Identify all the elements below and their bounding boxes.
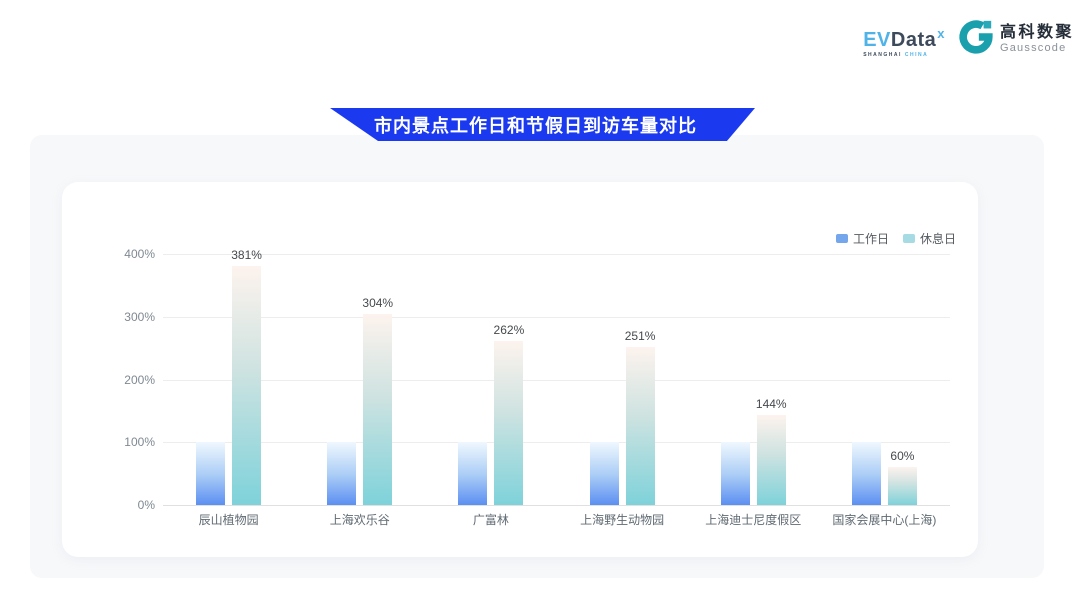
bar-workday xyxy=(721,442,750,505)
bar-value-label: 144% xyxy=(739,397,803,411)
gridline xyxy=(163,505,950,506)
gridline xyxy=(163,442,950,443)
y-axis-tick: 400% xyxy=(103,247,155,261)
gridline xyxy=(163,317,950,318)
page-title: 市内景点工作日和节假日到访车量对比 xyxy=(374,112,697,138)
evdata-data-text: Data xyxy=(891,29,936,51)
bar-value-label: 60% xyxy=(870,449,934,463)
bar-restday xyxy=(757,415,786,505)
chart-legend: 工作日 休息日 xyxy=(836,230,956,247)
category-label: 上海野生动物园 xyxy=(557,513,688,527)
bar-workday xyxy=(196,442,225,505)
bar-restday xyxy=(494,341,523,505)
category-label: 广富林 xyxy=(425,513,556,527)
gausscode-logo: 高科数聚 Gausscode xyxy=(957,18,1074,61)
gridline xyxy=(163,254,950,255)
evdata-wordmark: EVDatax xyxy=(863,24,945,50)
gausscode-g-icon xyxy=(957,18,995,61)
y-axis-tick: 0% xyxy=(103,498,155,512)
bar-workday xyxy=(458,442,487,505)
legend-item[interactable]: 休息日 xyxy=(903,230,956,247)
evdata-x-icon: x xyxy=(937,26,945,41)
gausscode-cn-name: 高科数聚 xyxy=(1000,24,1074,42)
category-label: 上海迪士尼度假区 xyxy=(688,513,819,527)
y-axis-tick: 300% xyxy=(103,310,155,324)
bar-value-label: 304% xyxy=(346,296,410,310)
category-label: 国家会展中心(上海) xyxy=(819,513,950,527)
gausscode-text: 高科数聚 Gausscode xyxy=(1000,24,1074,55)
bar-value-label: 251% xyxy=(608,329,672,343)
legend-swatch-icon xyxy=(836,234,848,243)
title-banner: 市内景点工作日和节假日到访车量对比 xyxy=(330,108,755,141)
bar-value-label: 262% xyxy=(477,323,541,337)
bar-restday xyxy=(626,347,655,505)
bar-restday xyxy=(363,314,392,505)
y-axis-tick: 100% xyxy=(103,435,155,449)
legend-label: 工作日 xyxy=(853,230,889,247)
gausscode-en-name: Gausscode xyxy=(1000,42,1074,55)
category-label: 上海欢乐谷 xyxy=(294,513,425,527)
legend-swatch-icon xyxy=(903,234,915,243)
chart-panel: 工作日 休息日 0% 100% 200% 300% 400% 381% 辰山植物园 304% 上海… xyxy=(30,135,1044,578)
evdata-ev-text: EV xyxy=(863,29,891,51)
evdata-subtext: SHANGHAICHINA xyxy=(863,52,945,58)
header-logos: EVDatax SHANGHAICHINA 高科数聚 Gausscode xyxy=(863,18,1074,61)
bar-value-label: 381% xyxy=(215,248,279,262)
bar-restday xyxy=(888,467,917,505)
y-axis-tick: 200% xyxy=(103,373,155,387)
bar-workday xyxy=(327,442,356,505)
chart-card: 工作日 休息日 0% 100% 200% 300% 400% 381% 辰山植物园 304% 上海… xyxy=(62,182,978,557)
gridline xyxy=(163,380,950,381)
legend-label: 休息日 xyxy=(920,230,956,247)
bar-workday xyxy=(590,442,619,505)
category-label: 辰山植物园 xyxy=(163,513,294,527)
legend-item[interactable]: 工作日 xyxy=(836,230,889,247)
bar-restday xyxy=(232,266,261,505)
evdata-logo: EVDatax SHANGHAICHINA xyxy=(863,24,945,58)
